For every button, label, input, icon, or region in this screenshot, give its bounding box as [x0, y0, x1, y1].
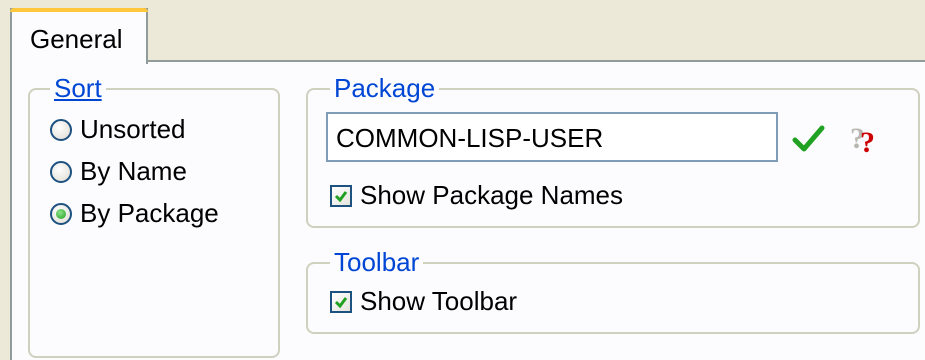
radio-button-icon	[50, 160, 72, 183]
show-package-names-checkbox[interactable]: Show Package Names	[330, 180, 623, 211]
svg-text:?: ?	[860, 126, 875, 158]
checkbox-icon	[330, 290, 352, 313]
question-help-icon[interactable]: ? ?	[846, 114, 890, 158]
show-toolbar-checkbox[interactable]: Show Toolbar	[330, 286, 517, 317]
package-input[interactable]: COMMON-LISP-USER	[326, 112, 778, 162]
radio-label: By Name	[80, 156, 187, 186]
radio-button-icon	[50, 202, 72, 225]
radio-by-name[interactable]: By Name	[50, 156, 187, 187]
tab-general[interactable]: General	[10, 8, 148, 64]
radio-unsorted[interactable]: Unsorted	[50, 114, 186, 145]
radio-label: Unsorted	[80, 114, 186, 144]
radio-label: By Package	[80, 198, 219, 228]
tab-label: General	[30, 24, 123, 54]
radio-button-icon	[50, 118, 72, 141]
show-package-names-label: Show Package Names	[360, 180, 624, 210]
radio-by-package[interactable]: By Package	[50, 198, 219, 229]
sort-legend: Sort	[50, 72, 106, 104]
show-toolbar-label: Show Toolbar	[360, 286, 518, 316]
toolbar-legend: Toolbar	[330, 246, 424, 278]
package-legend: Package	[330, 72, 440, 104]
checkbox-icon	[330, 184, 352, 207]
checkmark-icon[interactable]	[792, 124, 826, 154]
